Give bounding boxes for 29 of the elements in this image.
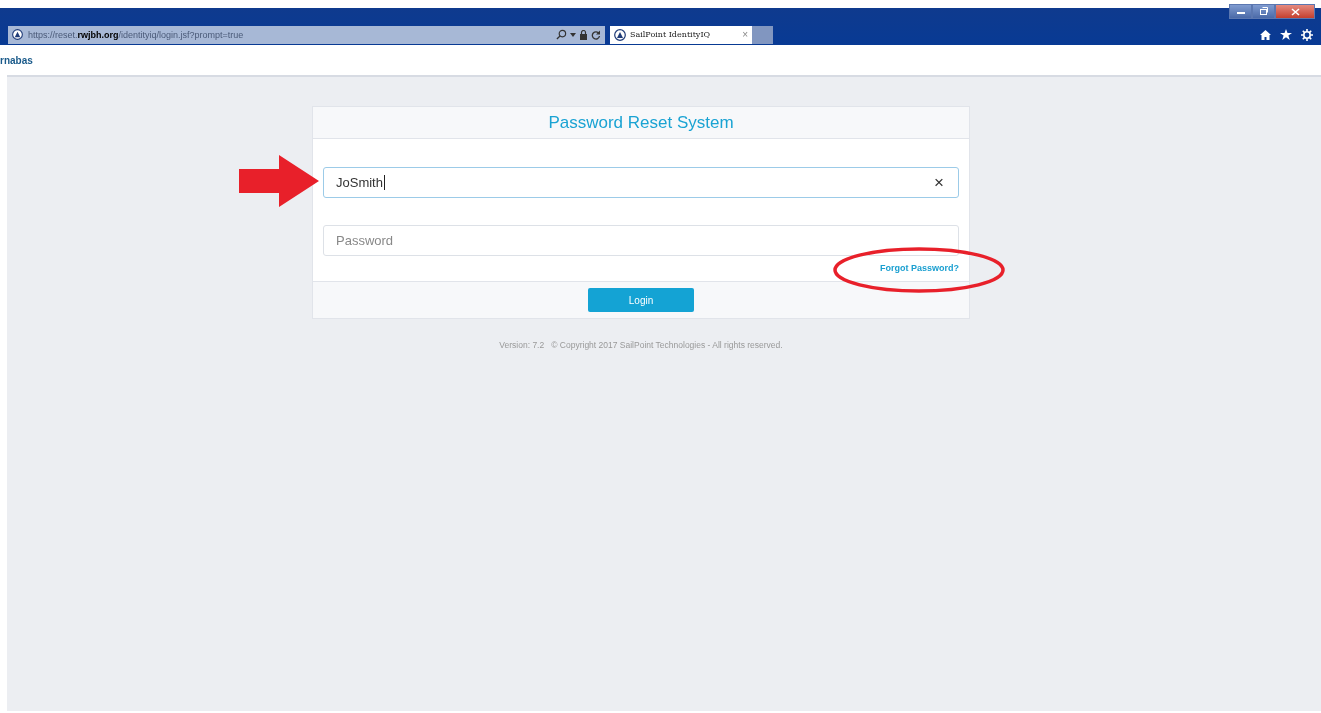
- restore-button[interactable]: [1252, 4, 1275, 19]
- close-button[interactable]: [1275, 4, 1315, 19]
- search-icon[interactable]: [556, 29, 567, 40]
- tab-close-button[interactable]: ×: [742, 29, 748, 40]
- site-logo-icon: [614, 28, 626, 41]
- site-logo-text: rnabas: [0, 54, 33, 66]
- browser-tab[interactable]: SailPoint IdentityIQ ×: [610, 25, 752, 44]
- settings-icon[interactable]: [1301, 28, 1313, 41]
- version-text: Version: 7.2: [499, 340, 545, 350]
- star-icon[interactable]: [1280, 29, 1292, 40]
- minimize-button[interactable]: [1229, 4, 1252, 19]
- site-logo-icon: [12, 29, 23, 40]
- caret-icon[interactable]: [570, 32, 576, 37]
- restore-icon: [1258, 7, 1269, 16]
- copyright-text: © Copyright 2017 SailPoint Technologies - All rights reserved.: [551, 340, 783, 350]
- tab-title: SailPoint IdentityIQ: [630, 30, 712, 39]
- username-field[interactable]: JoSmith ×: [323, 167, 959, 198]
- arrow-annotation-icon: [239, 155, 319, 207]
- address-bar[interactable]: https://reset.rwjbh.org/identityiq/login.jsf?prompt=true: [8, 25, 605, 44]
- form-title: Password Reset System: [313, 107, 969, 139]
- close-icon: [1290, 7, 1300, 16]
- password-field[interactable]: Password: [323, 225, 959, 256]
- text-cursor: [383, 175, 385, 190]
- lock-icon[interactable]: [579, 29, 588, 40]
- url-text: https://reset.rwjbh.org/identityiq/login.jsf?prompt=true: [28, 29, 245, 40]
- clear-button[interactable]: ×: [932, 172, 946, 193]
- new-tab-button[interactable]: [752, 25, 773, 44]
- home-icon[interactable]: [1260, 29, 1271, 40]
- refresh-icon[interactable]: [591, 29, 601, 40]
